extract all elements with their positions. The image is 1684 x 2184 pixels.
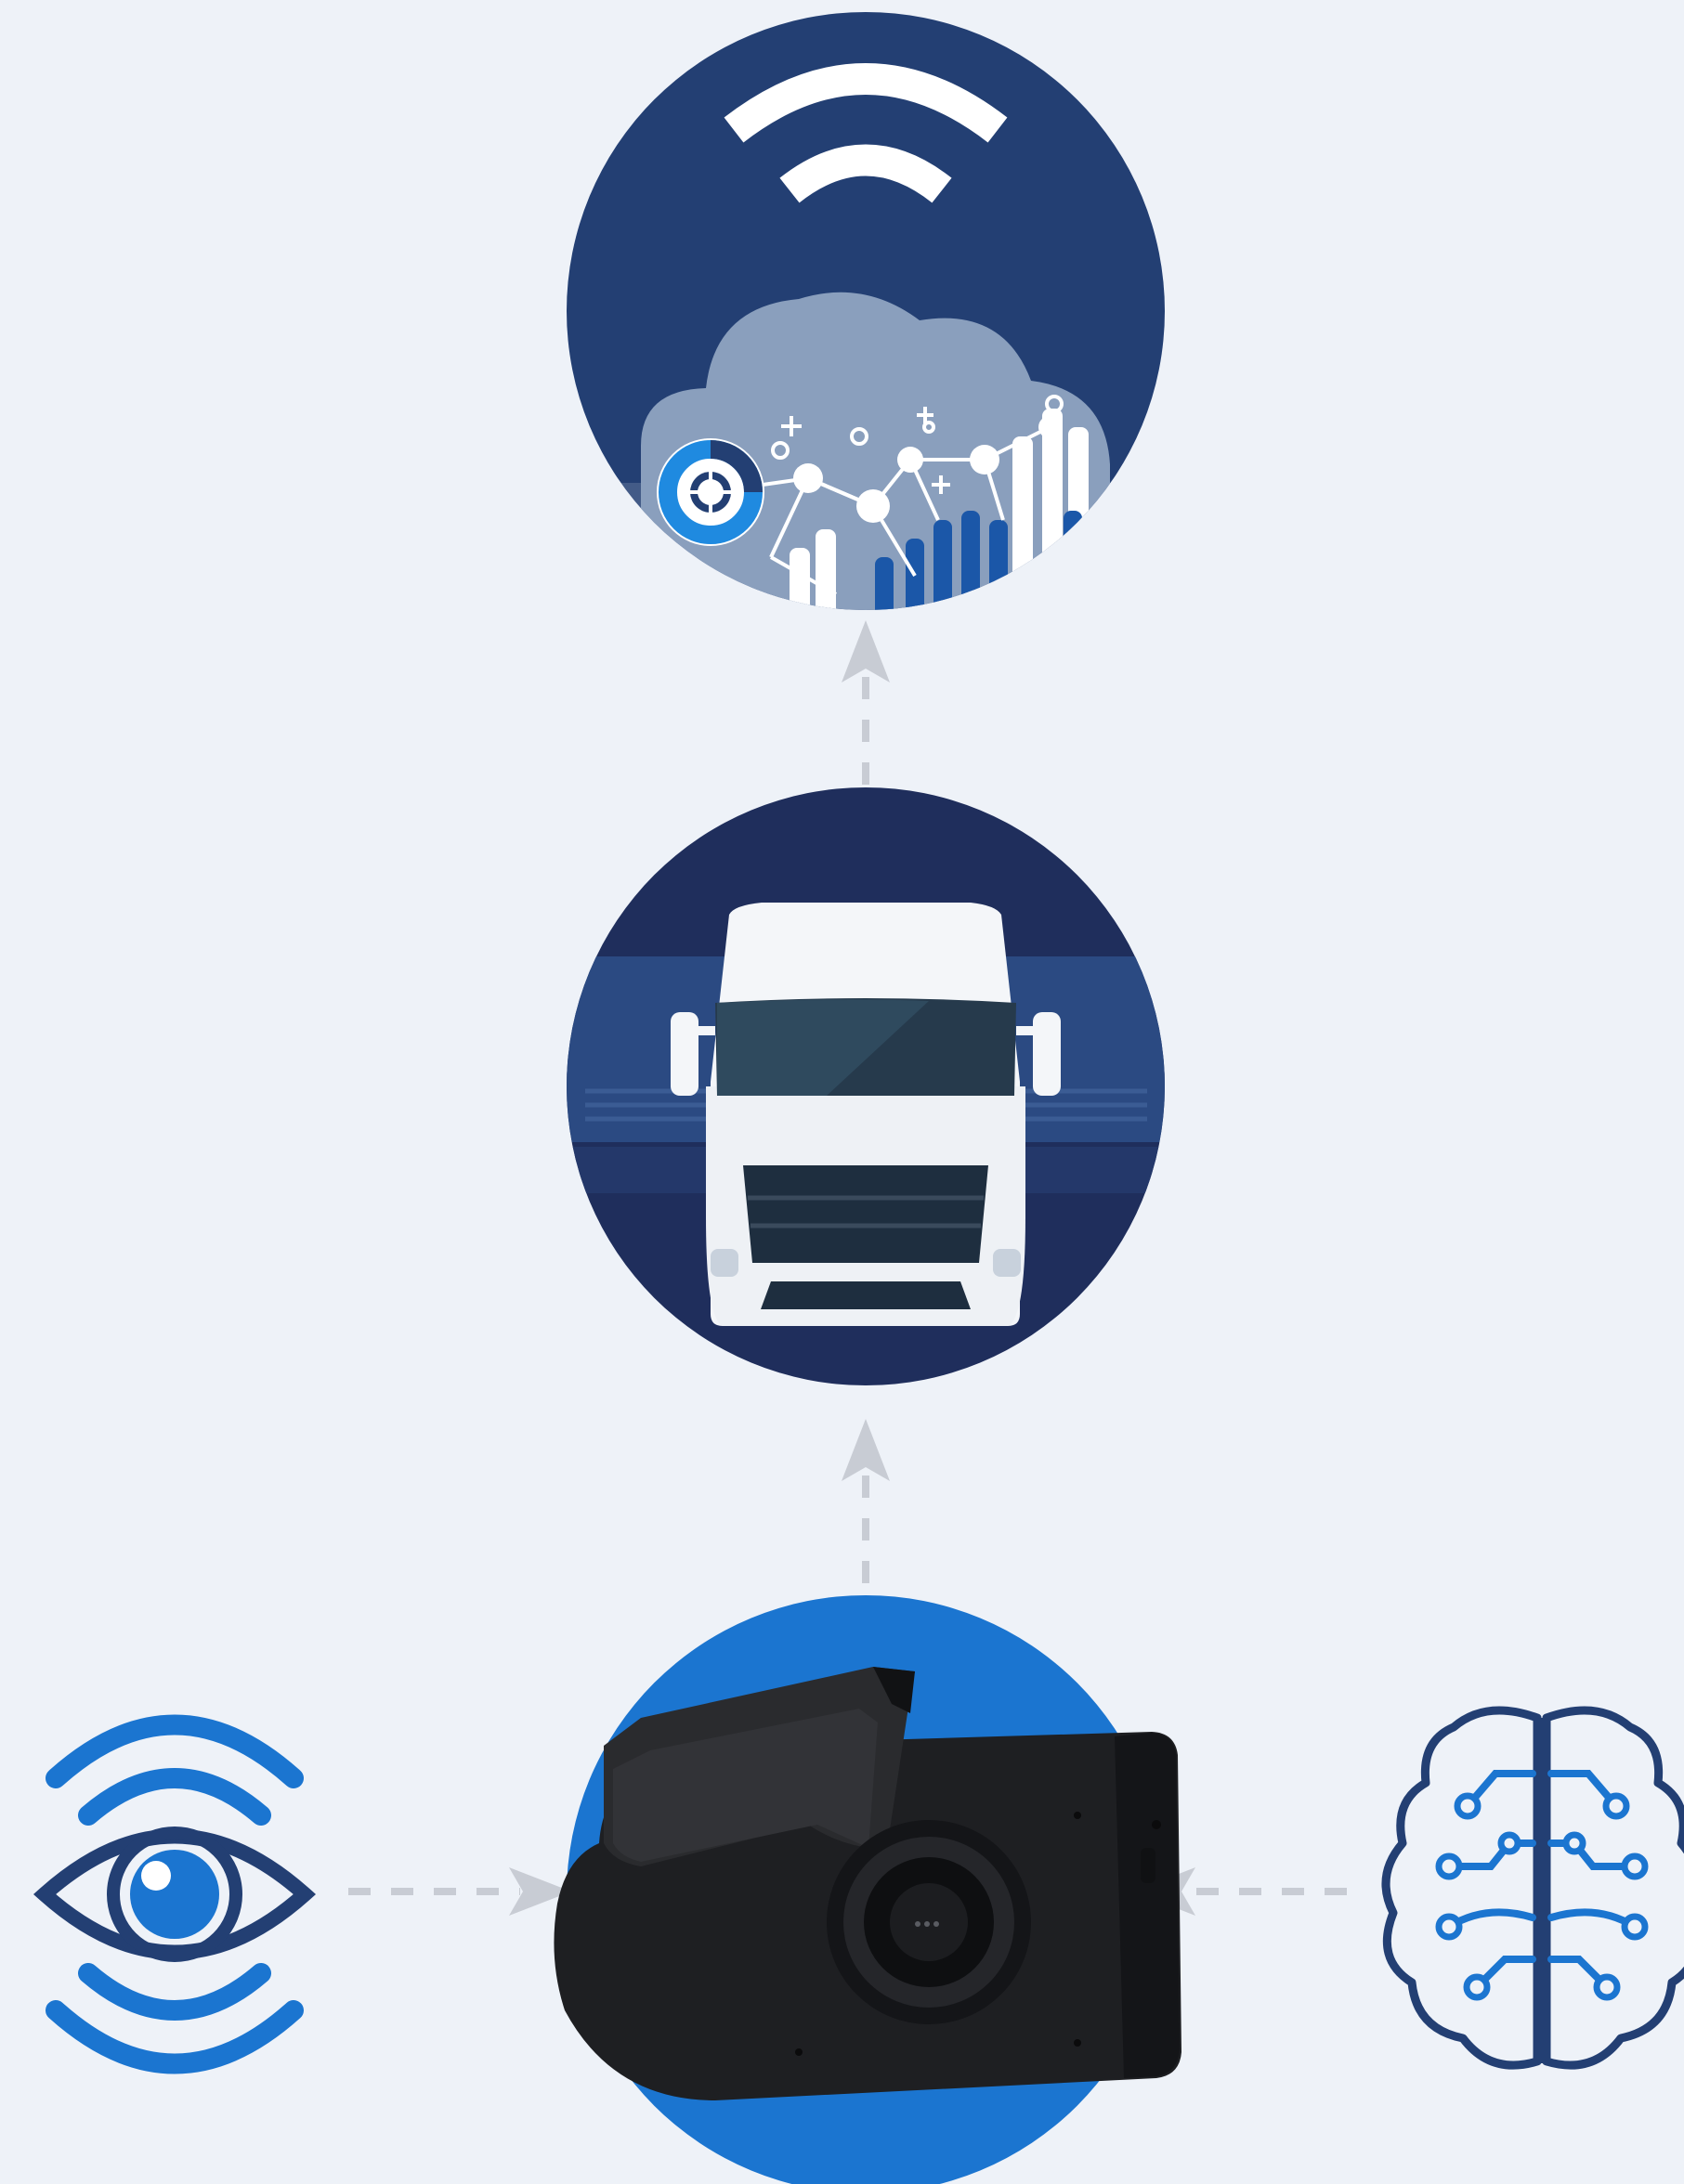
dashcam-icon	[554, 1595, 1181, 2184]
ai-brain-icon	[1381, 1706, 1684, 2070]
cloud-analytics-node	[567, 12, 1165, 610]
arrow-head-cam-to-truck	[842, 1419, 890, 1481]
diagram-svg	[33, 12, 1684, 2184]
eye-sensor-icon	[33, 1714, 317, 2074]
dashcam-node	[554, 1595, 1181, 2184]
ai-brain-node	[1381, 1706, 1684, 2070]
vision-node	[33, 1714, 317, 2074]
arrow-head-truck-to-cloud	[842, 620, 890, 682]
truck-icon	[567, 787, 1165, 1385]
diagram-canvas	[0, 0, 1684, 2184]
cloud-analytics-icon	[567, 12, 1165, 610]
truck-node	[567, 787, 1165, 1385]
